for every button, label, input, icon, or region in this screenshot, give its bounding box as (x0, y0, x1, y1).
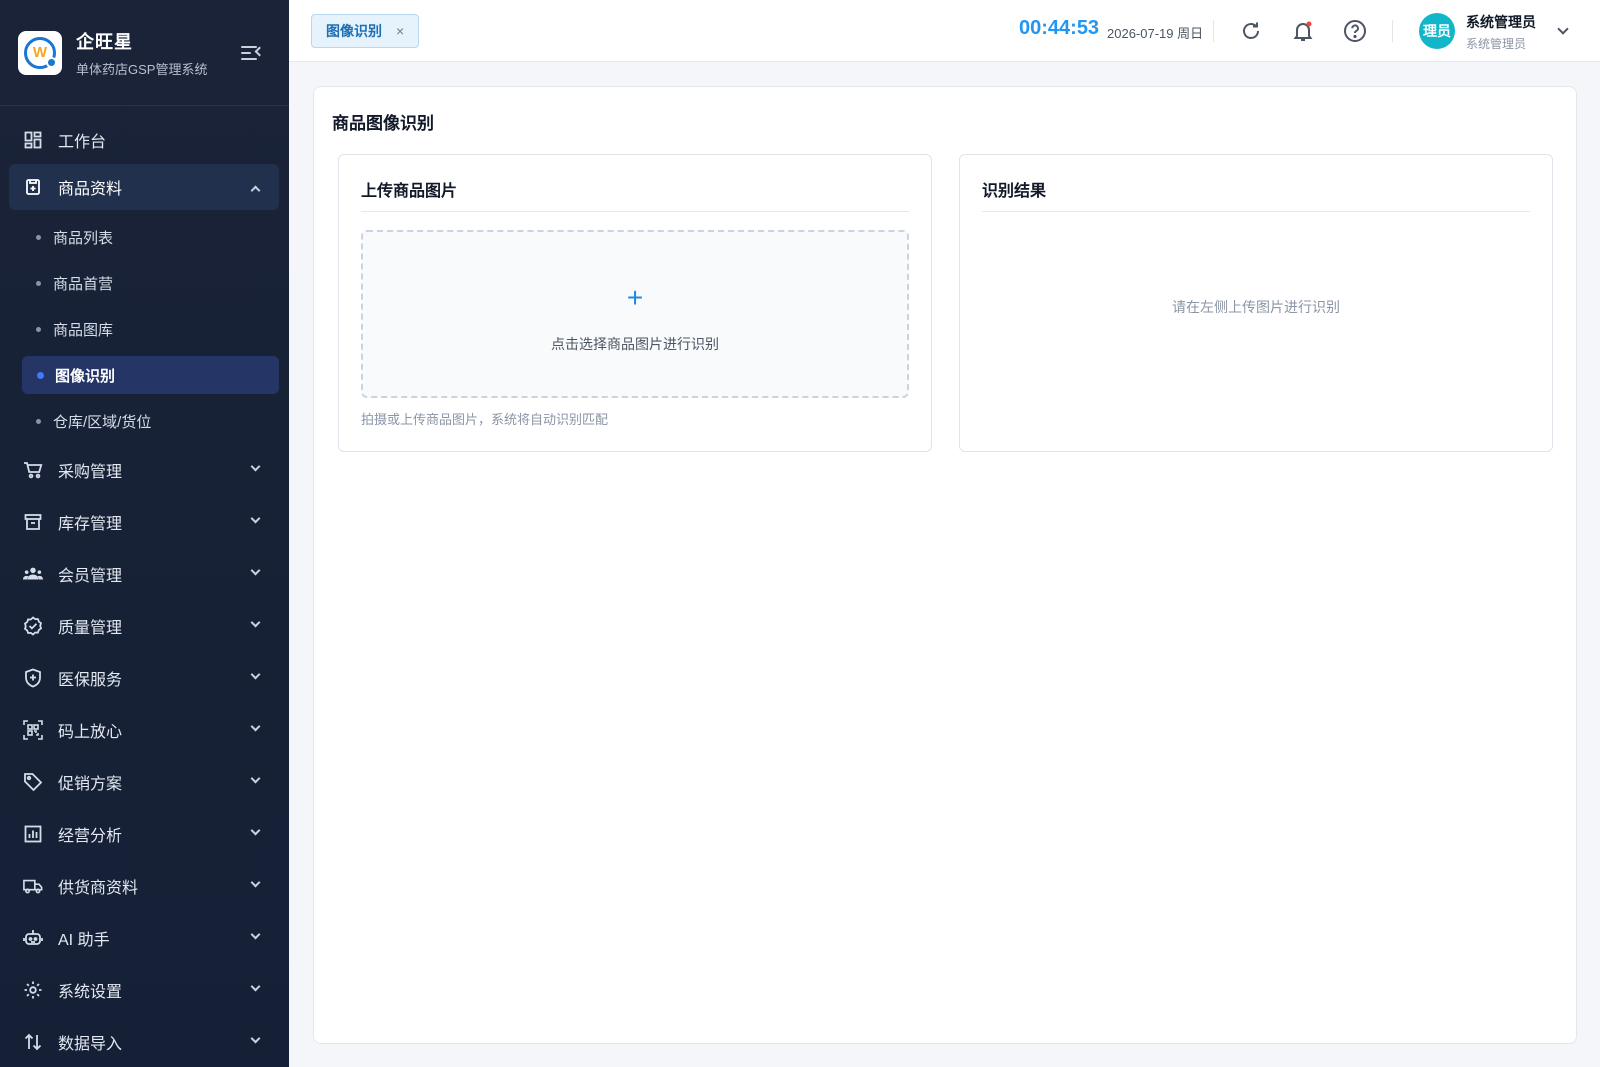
dashboard-icon (23, 130, 43, 150)
sidebar-subitem-image-library[interactable]: 商品图库 (0, 306, 289, 352)
chevron-down-icon (250, 617, 261, 628)
user-name[interactable]: 系统管理员 (1466, 12, 1536, 32)
help-icon[interactable] (1342, 18, 1368, 44)
logo-mark: W (24, 36, 57, 69)
brand-name: 企旺星 (76, 31, 133, 52)
sidebar-item-settings[interactable]: 系统设置 (0, 964, 289, 1016)
sidebar-item-data-import[interactable]: 数据导入 (0, 1016, 289, 1067)
empty-result-text: 请在左侧上传图片进行识别 (1172, 299, 1340, 315)
brand-subtitle: 单体药店GSP管理系统 (76, 61, 208, 77)
sidebar-item-inventory[interactable]: 库存管理 (0, 496, 289, 548)
bar-chart-icon (23, 824, 43, 844)
divider (361, 211, 909, 212)
chevron-down-icon (250, 981, 261, 992)
topbar: 图像识别 × 00:44:53 2026-07-19 周日 理员 系统管理员 系… (289, 0, 1600, 62)
sidebar-item-suppliers[interactable]: 供货商资料 (0, 860, 289, 912)
shield-plus-icon (23, 668, 43, 688)
chevron-down-icon (250, 1033, 261, 1044)
chevron-down-icon (250, 565, 261, 576)
sidebar-item-label: AI 助手 (58, 932, 110, 949)
tab-label: 图像识别 (326, 23, 382, 39)
avatar[interactable]: 理员 (1419, 13, 1455, 49)
sidebar-item-label: 商品资料 (58, 181, 123, 198)
sidebar-item-label: 库存管理 (58, 516, 123, 533)
sidebar-item-label: 采购管理 (58, 464, 123, 481)
sidebar-item-promotions[interactable]: 促销方案 (0, 756, 289, 808)
sidebar-item-medical-insurance[interactable]: 医保服务 (0, 652, 289, 704)
robot-icon (23, 928, 43, 948)
divider (1213, 20, 1214, 42)
chevron-down-icon[interactable] (1557, 23, 1569, 35)
qrcode-scan-icon (23, 720, 43, 740)
sidebar: W 企旺星 单体药店GSP管理系统 工作台 商品资料 商品列表 商品首营 商品图… (0, 0, 289, 1067)
sidebar-item-label: 工作台 (58, 134, 107, 151)
chevron-down-icon (250, 513, 261, 524)
sidebar-item-dashboard[interactable]: 工作台 (0, 116, 289, 164)
upload-panel-title: 上传商品图片 (361, 183, 458, 200)
sidebar-item-label: 数据导入 (58, 1036, 123, 1053)
sidebar-item-label: 促销方案 (58, 776, 123, 793)
chevron-down-icon (250, 721, 261, 732)
gear-icon (23, 980, 43, 1000)
cart-icon (23, 460, 43, 480)
truck-icon (23, 876, 43, 896)
date-text: 2026-07-19 周日 (1107, 26, 1204, 41)
image-upload-dropzone[interactable]: + 点击选择商品图片进行识别 (361, 230, 909, 398)
chevron-up-icon (250, 185, 261, 196)
upload-panel: 上传商品图片 + 点击选择商品图片进行识别 拍摄或上传商品图片，系统将自动识别匹… (338, 154, 932, 452)
sidebar-item-quality[interactable]: 质量管理 (0, 600, 289, 652)
chevron-down-icon (250, 825, 261, 836)
dropzone-label: 点击选择商品图片进行识别 (551, 336, 719, 352)
plus-icon: + (626, 282, 644, 313)
result-panel-title: 识别结果 (982, 183, 1047, 200)
sidebar-item-label: 码上放心 (58, 724, 123, 741)
tag-icon (23, 772, 43, 792)
page-title: 商品图像识别 (332, 114, 434, 133)
sidebar-item-label: 供货商资料 (58, 880, 139, 897)
sidebar-item-label: 系统设置 (58, 984, 123, 1001)
close-icon[interactable]: × (396, 23, 404, 39)
chevron-down-icon (250, 669, 261, 680)
sidebar-item-label: 医保服务 (58, 672, 123, 689)
collapse-sidebar-icon[interactable] (241, 44, 265, 62)
upload-hint: 拍摄或上传商品图片，系统将自动识别匹配 (361, 412, 609, 427)
import-icon (23, 1032, 43, 1052)
chevron-down-icon (250, 773, 261, 784)
chevron-down-icon (250, 877, 261, 888)
sidebar-subitem-product-list[interactable]: 商品列表 (0, 214, 289, 260)
chevron-down-icon (250, 461, 261, 472)
sidebar-item-purchase[interactable]: 采购管理 (0, 444, 289, 496)
result-panel: 识别结果 请在左侧上传图片进行识别 (959, 154, 1553, 452)
sidebar-item-members[interactable]: 会员管理 (0, 548, 289, 600)
sidebar-item-ai-assistant[interactable]: AI 助手 (0, 912, 289, 964)
divider (1392, 20, 1393, 42)
badge-check-icon (23, 616, 43, 636)
bell-icon[interactable] (1290, 18, 1316, 44)
refresh-icon[interactable] (1238, 18, 1264, 44)
sidebar-menu: 工作台 商品资料 商品列表 商品首营 商品图库 图像识别 仓库/区域/货位 采购… (0, 106, 289, 1067)
product-icon (23, 177, 43, 197)
tab-image-recognition[interactable]: 图像识别 × (311, 14, 420, 48)
user-role: 系统管理员 (1466, 37, 1527, 51)
members-icon (23, 564, 43, 584)
sidebar-item-label: 经营分析 (58, 828, 123, 845)
page-card: 商品图像识别 上传商品图片 + 点击选择商品图片进行识别 拍摄或上传商品图片，系… (313, 86, 1577, 1044)
chevron-down-icon (250, 929, 261, 940)
divider (982, 211, 1530, 212)
sidebar-subitem-image-recognition[interactable]: 图像识别 (22, 356, 279, 394)
sidebar-item-traceability[interactable]: 码上放心 (0, 704, 289, 756)
sidebar-subitem-warehouse[interactable]: 仓库/区域/货位 (0, 398, 289, 444)
sidebar-subitem-first-operation[interactable]: 商品首营 (0, 260, 289, 306)
sidebar-item-label: 质量管理 (58, 620, 123, 637)
archive-icon (23, 512, 43, 532)
app-logo: W (18, 30, 62, 75)
sidebar-item-products[interactable]: 商品资料 (9, 164, 279, 210)
sidebar-item-label: 会员管理 (58, 568, 123, 585)
sidebar-item-analytics[interactable]: 经营分析 (0, 808, 289, 860)
clock: 00:44:53 (1019, 17, 1100, 39)
brand-header: W 企旺星 单体药店GSP管理系统 (0, 0, 289, 106)
